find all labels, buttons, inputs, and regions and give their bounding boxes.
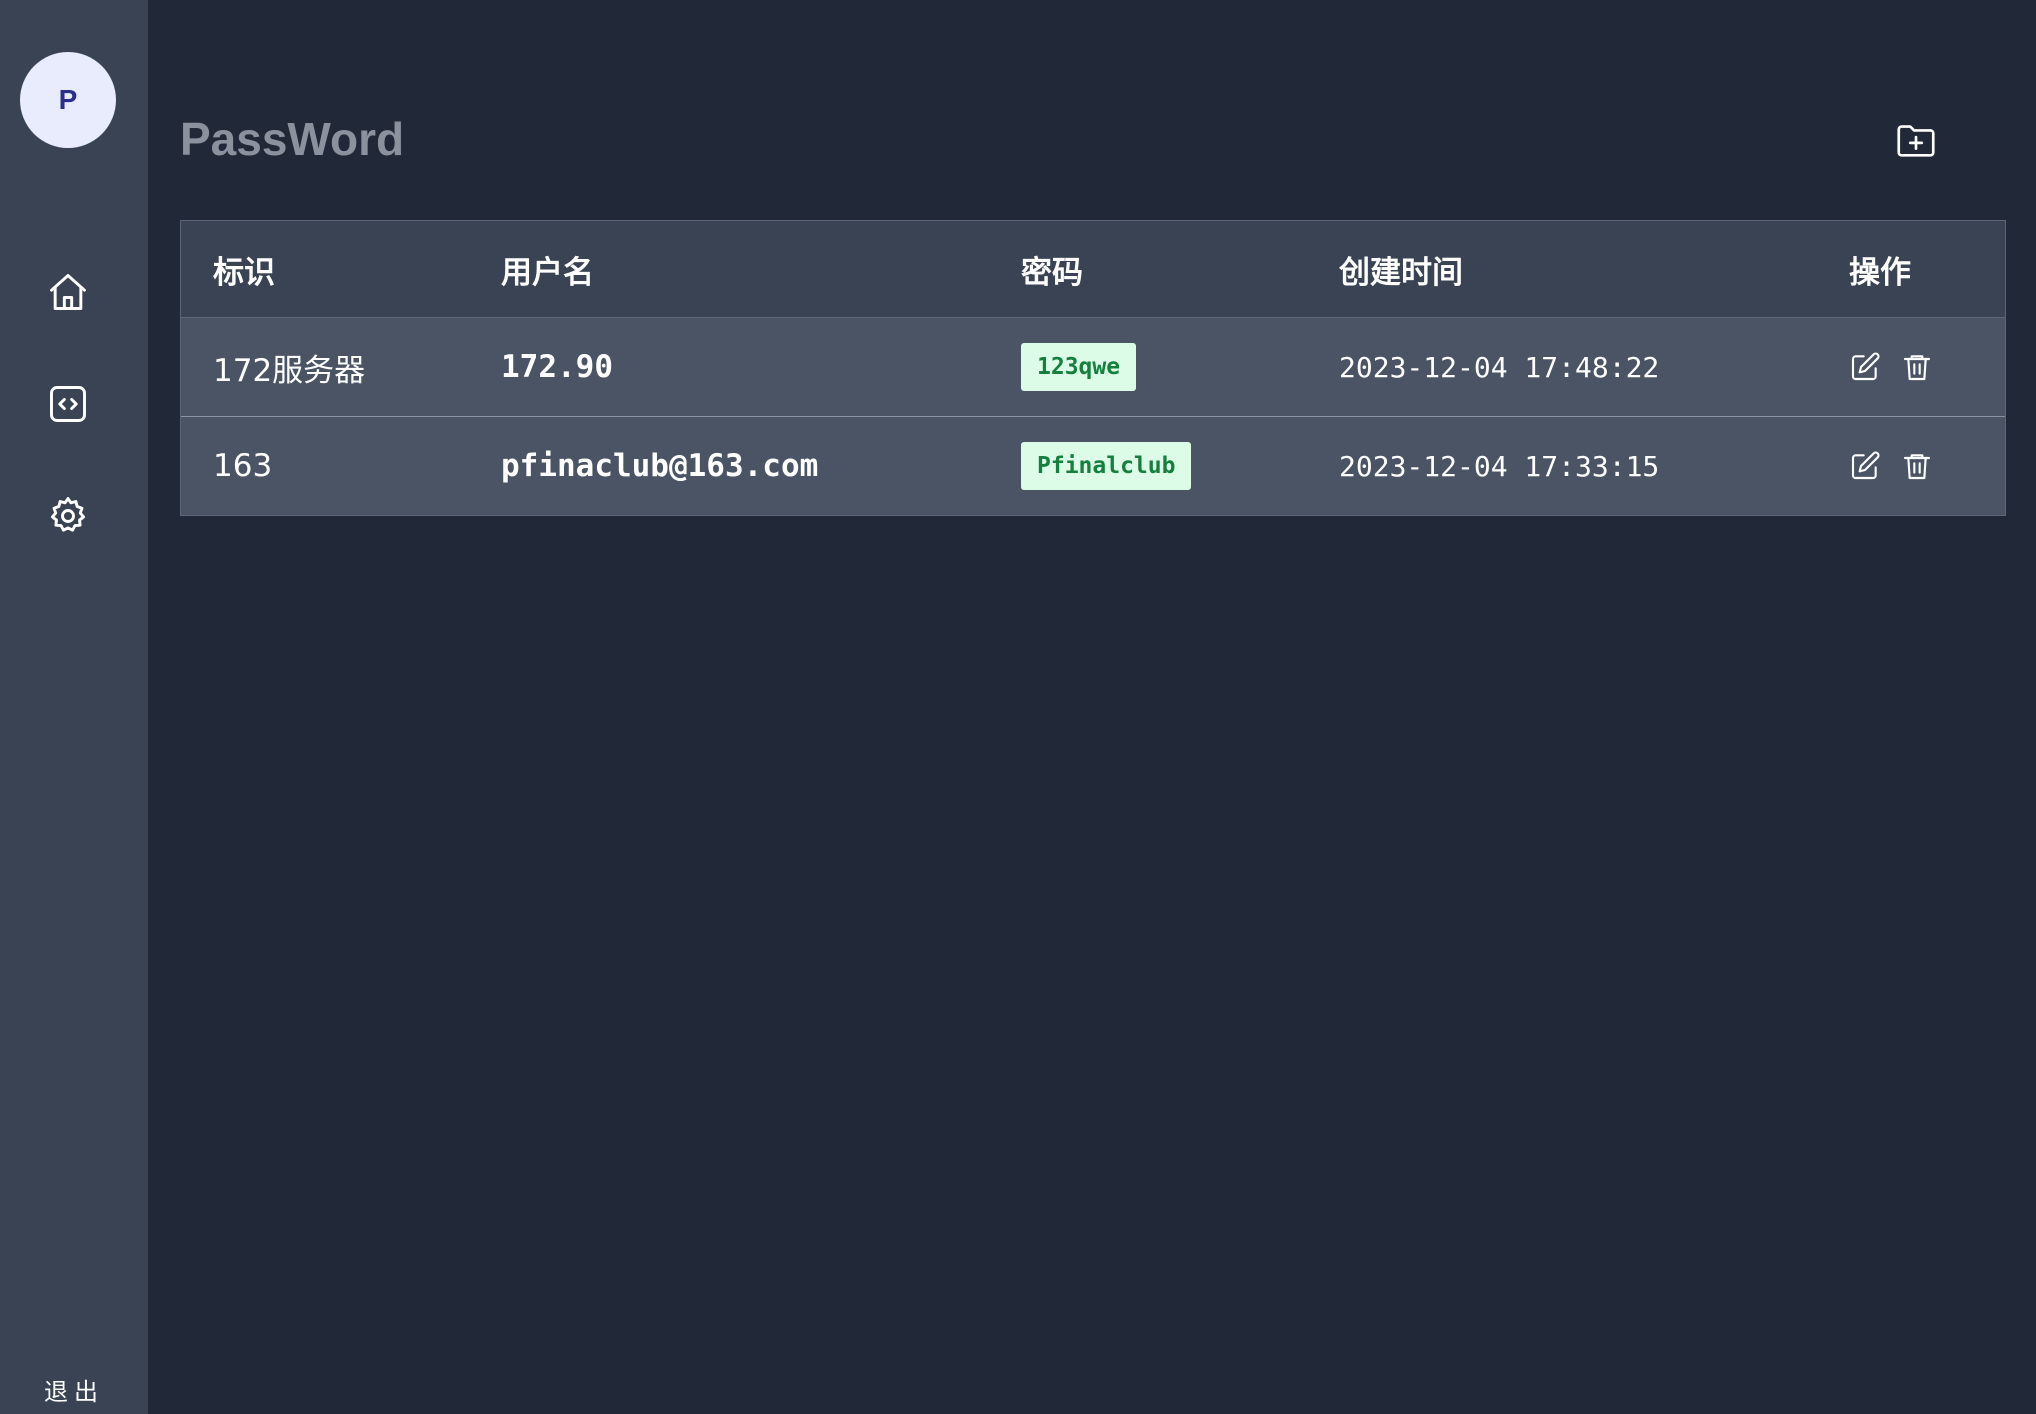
password-table: 标识 用户名 密码 创建时间 操作 172服务器 172.90 123qwe 2… [180,220,2006,516]
edit-icon[interactable] [1849,450,1881,482]
row-password-cell: 123qwe [1021,318,1137,416]
code-icon[interactable] [44,380,92,428]
sidebar: P 退出 [0,0,148,1414]
row-password-cell: Pfinalclub [1021,417,1192,515]
row-created: 2023-12-04 17:48:22 [1339,350,1660,384]
gear-icon[interactable] [44,492,92,540]
row-label: 163 [213,448,273,484]
row-actions [1849,417,1933,515]
home-icon[interactable] [44,268,92,316]
table-row: 163 pfinaclub@163.com Pfinalclub 2023-12… [181,417,2005,515]
avatar[interactable]: P [20,52,116,148]
trash-icon[interactable] [1901,450,1933,482]
table-header: 标识 用户名 密码 创建时间 操作 [181,221,2005,318]
row-username: 172.90 [501,349,613,385]
password-badge[interactable]: Pfinalclub [1021,442,1192,490]
row-label: 172服务器 [213,352,366,389]
column-header-actions: 操作 [1849,254,1911,291]
logout-button[interactable]: 退出 [0,1372,148,1407]
column-header-username: 用户名 [501,254,594,291]
column-header-password: 密码 [1021,254,1083,291]
password-badge[interactable]: 123qwe [1021,343,1137,391]
folder-plus-icon[interactable] [1892,116,1940,164]
column-header-created: 创建时间 [1339,254,1463,291]
table-row: 172服务器 172.90 123qwe 2023-12-04 17:48:22 [181,318,2005,417]
trash-icon[interactable] [1901,351,1933,383]
column-header-label: 标识 [213,254,275,291]
row-username: pfinaclub@163.com [501,448,819,484]
edit-icon[interactable] [1849,351,1881,383]
page-title: PassWord [180,113,405,165]
row-created: 2023-12-04 17:33:15 [1339,449,1660,483]
row-actions [1849,318,1933,416]
